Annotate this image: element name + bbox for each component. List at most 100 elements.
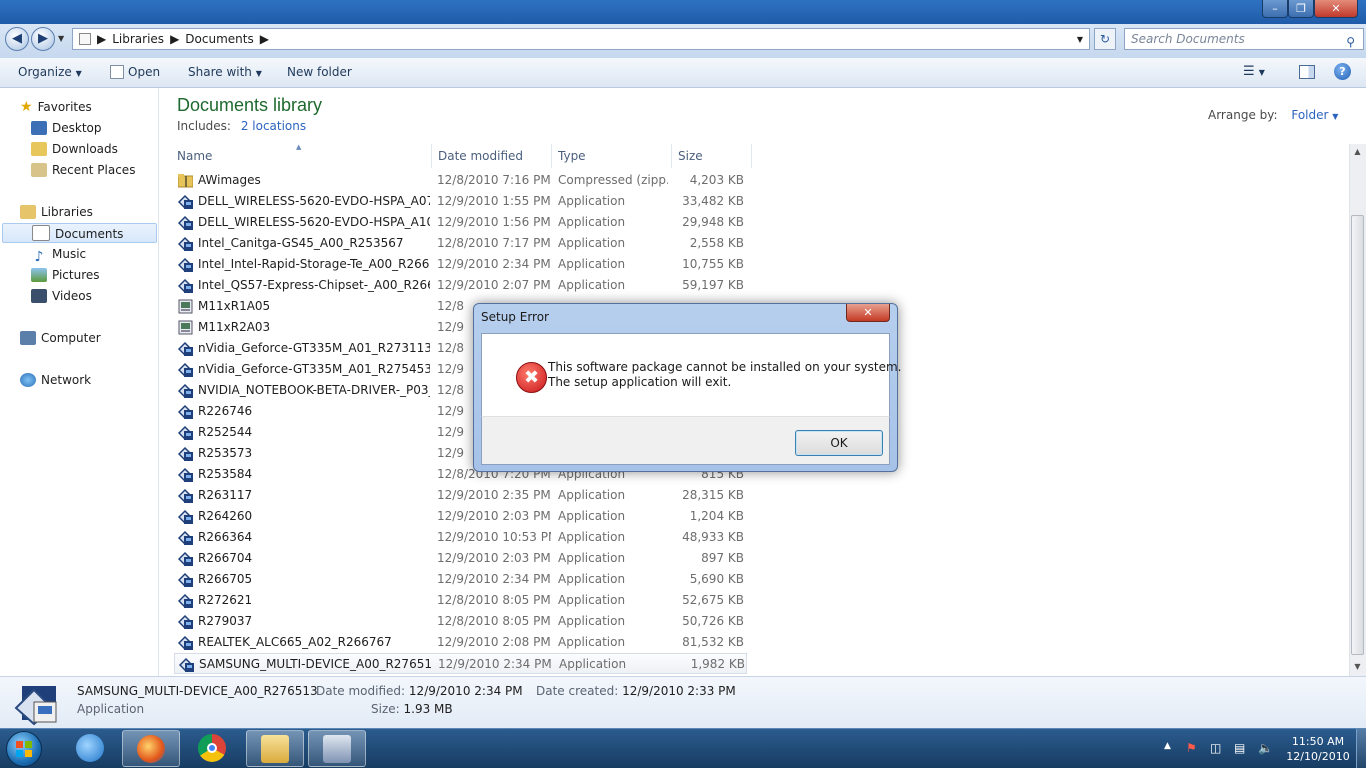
search-input[interactable]: Search Documents ⚲	[1124, 28, 1364, 50]
system-clock[interactable]: 11:50 AM 12/10/2010	[1278, 734, 1358, 764]
nav-computer[interactable]: Computer	[20, 328, 101, 348]
window-title-bar[interactable]: – ❐ ✕	[0, 0, 1366, 24]
breadcrumb-documents[interactable]: Documents	[185, 32, 253, 46]
taskbar-chrome[interactable]	[184, 730, 242, 767]
file-type: Application	[558, 530, 626, 544]
safely-remove-hardware-icon[interactable]: ◫	[1210, 741, 1221, 755]
scrollbar-thumb[interactable]	[1351, 215, 1364, 655]
file-row[interactable]: R266364 12/9/2010 10:53 PM Application 48,9…	[174, 527, 747, 548]
preview-pane-icon[interactable]	[1299, 65, 1315, 79]
dialog-close-button[interactable]: ✕	[846, 304, 890, 322]
nav-music[interactable]: ♪ Music	[31, 244, 87, 264]
installer-icon	[178, 425, 193, 440]
search-icon[interactable]: ⚲	[1346, 32, 1355, 52]
locations-link[interactable]: 2 locations	[241, 119, 306, 133]
file-row[interactable]: SAMSUNG_MULTI-DEVICE_A00_R276513 12/9/201…	[174, 653, 747, 674]
clock-time: 11:50 AM	[1291, 735, 1345, 748]
installer-icon	[178, 635, 193, 650]
file-row[interactable]: DELL_WIRELESS-5620-EVDO-HSPA_A10_... 12/9…	[174, 212, 747, 233]
taskbar-setup-application[interactable]	[308, 730, 366, 767]
breadcrumb-libraries[interactable]: Libraries	[112, 32, 164, 46]
nav-libraries[interactable]: Libraries	[20, 202, 93, 222]
column-header-type[interactable]: Type	[553, 144, 672, 168]
file-row[interactable]: Intel_QS57-Express-Chipset-_A00_R266776 1…	[174, 275, 747, 296]
file-name: R266364	[198, 530, 253, 544]
change-view-icon[interactable]: ☰ ▼	[1243, 64, 1265, 79]
installer-icon	[178, 341, 193, 356]
file-size: 33,482 KB	[682, 194, 744, 208]
setup-error-dialog[interactable]: Setup Error ✕ ✖ This software package ca…	[473, 303, 901, 472]
show-desktop-button[interactable]	[1356, 729, 1366, 768]
volume-speaker-icon[interactable]: 🔈	[1258, 741, 1273, 755]
open-button[interactable]: Open	[110, 65, 160, 79]
nav-pictures-label: Pictures	[52, 268, 100, 282]
file-row[interactable]: R266704 12/9/2010 2:03 PM Application 897 K…	[174, 548, 747, 569]
nav-desktop[interactable]: Desktop	[31, 118, 102, 138]
help-icon[interactable]: ?	[1334, 63, 1351, 80]
file-row[interactable]: Intel_Intel-Rapid-Storage-Te_A00_R266777…	[174, 254, 747, 275]
address-bar[interactable]: ▶ Libraries ▶ Documents ▶ ▼	[72, 28, 1090, 50]
file-row[interactable]: R266705 12/9/2010 2:34 PM Application 5,690…	[174, 569, 747, 590]
details-size-label: Size:	[371, 702, 400, 716]
close-button[interactable]: ✕	[1314, 0, 1358, 18]
ok-button[interactable]: OK	[795, 430, 883, 456]
minimize-button[interactable]: –	[1262, 0, 1288, 18]
back-button[interactable]: ◀	[5, 27, 29, 51]
bios-update-icon	[178, 299, 193, 314]
file-row[interactable]: R263117 12/9/2010 2:35 PM Application 28,31…	[174, 485, 747, 506]
installer-icon	[178, 488, 193, 503]
nav-documents[interactable]: Documents	[2, 223, 157, 243]
taskbar-windows-explorer[interactable]	[246, 730, 304, 767]
scroll-down-arrow-icon[interactable]: ▼	[1350, 660, 1365, 674]
firefox-icon	[137, 735, 165, 763]
network-status-icon[interactable]: ▤	[1234, 741, 1245, 755]
nav-downloads[interactable]: Downloads	[31, 139, 118, 159]
details-date-modified[interactable]: 12/9/2010 2:34 PM	[409, 684, 523, 698]
file-name: R226746	[198, 404, 253, 418]
new-folder-button[interactable]: New folder	[287, 65, 352, 79]
nav-network[interactable]: Network	[20, 370, 91, 390]
installer-icon	[178, 509, 193, 524]
start-button[interactable]	[6, 731, 42, 767]
taskbar-firefox[interactable]	[122, 730, 180, 767]
nav-videos[interactable]: Videos	[31, 286, 92, 306]
arrange-by-dropdown[interactable]: Folder ▼	[1291, 108, 1338, 122]
file-row[interactable]: Intel_Canitga-GS45_A00_R253567 12/8/2010 …	[174, 233, 747, 254]
breadcrumb-separator-icon[interactable]: ▶	[170, 32, 179, 46]
includes-label: Includes:	[177, 119, 231, 133]
nav-favorites[interactable]: ★ Favorites	[20, 97, 92, 117]
maximize-button[interactable]: ❐	[1288, 0, 1314, 18]
action-center-flag-icon[interactable]: ⚑	[1186, 741, 1197, 755]
file-type: Application	[558, 572, 626, 586]
address-history-chevron-icon[interactable]: ▼	[1077, 35, 1083, 44]
details-date-modified-label: Date modified:	[316, 684, 406, 698]
column-header-name[interactable]: Name ▲	[172, 143, 432, 168]
file-row[interactable]: R264260 12/9/2010 2:03 PM Application 1,204…	[174, 506, 747, 527]
breadcrumb-separator-icon[interactable]: ▶	[97, 32, 106, 46]
refresh-button[interactable]: ↻	[1094, 28, 1116, 50]
nav-recent-places[interactable]: Recent Places	[31, 160, 135, 180]
file-row[interactable]: DELL_WIRELESS-5620-EVDO-HSPA_A07_... 12/9…	[174, 191, 747, 212]
file-name: Intel_Intel-Rapid-Storage-Te_A00_R266777	[198, 257, 430, 271]
file-date-modified: 12/8/2010 7:16 PM	[437, 173, 551, 187]
forward-button[interactable]: ▶	[31, 27, 55, 51]
taskbar-internet-explorer[interactable]	[62, 730, 120, 767]
breadcrumb-separator-icon[interactable]: ▶	[260, 32, 269, 46]
column-header-size[interactable]: Size	[673, 144, 752, 168]
file-row[interactable]: REALTEK_ALC665_A02_R266767 12/9/2010 2:08…	[174, 632, 747, 653]
details-date-created[interactable]: 12/9/2010 2:33 PM	[622, 684, 736, 698]
file-row[interactable]: AWimages 12/8/2010 7:16 PM Compressed (zip…	[174, 170, 747, 191]
arrange-by-label: Arrange by:	[1208, 108, 1278, 122]
share-with-menu[interactable]: Share with ▼	[188, 65, 262, 79]
installer-icon	[178, 383, 193, 398]
chrome-icon	[198, 734, 226, 762]
file-row[interactable]: R279037 12/8/2010 8:05 PM Application 50,72…	[174, 611, 747, 632]
show-hidden-icons-chevron-icon[interactable]: ▲	[1164, 741, 1171, 751]
column-header-date[interactable]: Date modified	[433, 144, 552, 168]
file-row[interactable]: R272621 12/8/2010 8:05 PM Application 52,67…	[174, 590, 747, 611]
scroll-up-arrow-icon[interactable]: ▲	[1350, 145, 1365, 159]
nav-pictures[interactable]: Pictures	[31, 265, 100, 285]
recent-pages-chevron-icon[interactable]: ▼	[58, 34, 64, 43]
organize-menu[interactable]: Organize ▼	[18, 65, 82, 79]
file-type: Application	[558, 509, 626, 523]
